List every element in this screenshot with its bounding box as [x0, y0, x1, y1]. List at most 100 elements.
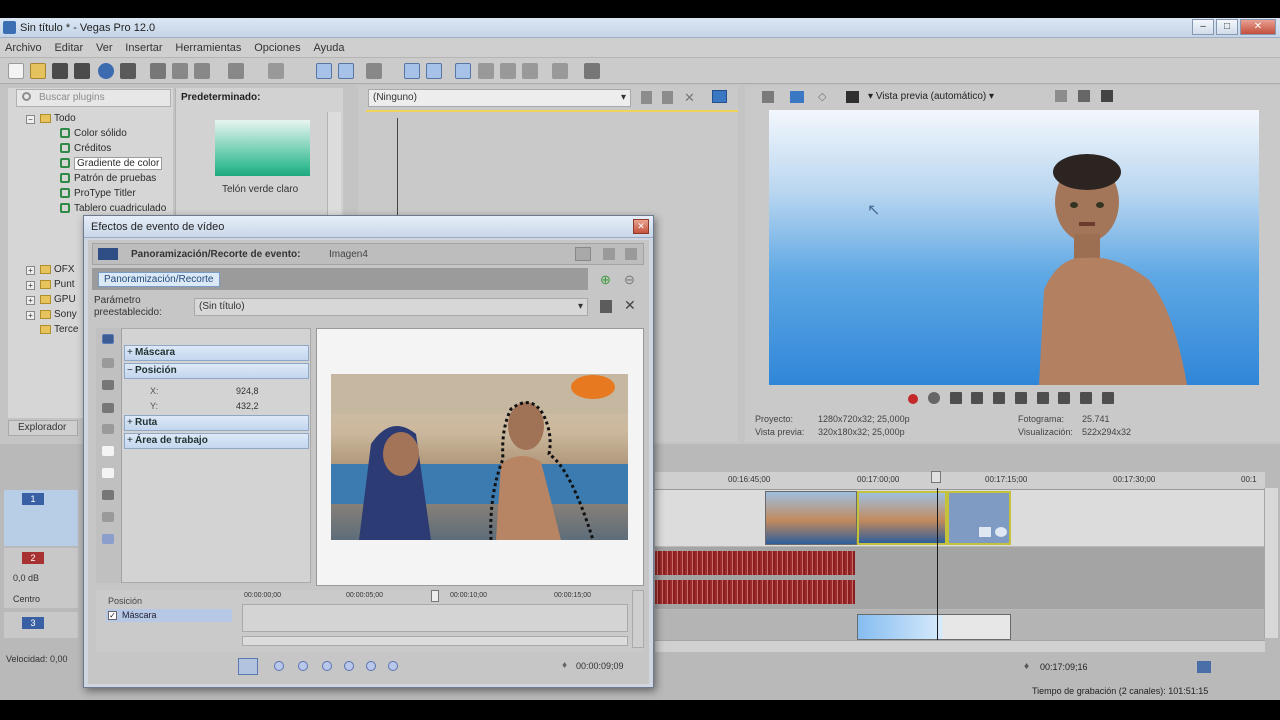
video-event-clip-selected[interactable]: [857, 491, 947, 545]
add-keyframe-icon[interactable]: [322, 661, 332, 671]
preview-mode-dropdown[interactable]: ▾ Vista previa (automático) ▾: [868, 91, 994, 102]
render-icon[interactable]: [98, 63, 114, 79]
overlays-icon[interactable]: [1055, 90, 1067, 102]
add-plugin-icon[interactable]: ⊕: [600, 272, 611, 288]
close-window-button[interactable]: ✕: [1240, 19, 1276, 35]
zoom-edit-icon[interactable]: [102, 490, 114, 500]
tree-collapse-icon[interactable]: −: [26, 115, 35, 124]
trimmer-save-icon[interactable]: [641, 91, 652, 104]
copy-snapshot-icon[interactable]: [1078, 90, 1090, 102]
auto-ripple-icon[interactable]: [404, 63, 420, 79]
zoom-icon[interactable]: [522, 63, 538, 79]
param-y-value[interactable]: 432,2: [236, 401, 259, 411]
normal-edit-tool-icon[interactable]: [316, 63, 332, 79]
menu-editar[interactable]: Editar: [49, 38, 88, 58]
audio-waveform-right[interactable]: [655, 580, 855, 604]
trimmer-combo[interactable]: (Ninguno) ▾: [368, 89, 631, 107]
go-to-end-icon[interactable]: [1058, 392, 1071, 404]
normal-edit-icon[interactable]: [102, 334, 114, 344]
maximize-button[interactable]: □: [1216, 19, 1238, 35]
menu-ayuda[interactable]: Ayuda: [308, 38, 349, 58]
delete-preset-icon[interactable]: ✕: [624, 297, 636, 314]
param-posicion[interactable]: − Posición: [124, 363, 309, 379]
param-x-value[interactable]: 924,8: [236, 386, 259, 396]
save-as-icon[interactable]: [74, 63, 90, 79]
param-mascara[interactable]: + Máscara: [124, 345, 309, 361]
lock-aspect-icon[interactable]: [102, 380, 114, 390]
dialog-titlebar[interactable]: Efectos de evento de vídeo ✕: [84, 216, 653, 238]
track-volume[interactable]: 0,0 dB: [13, 573, 39, 583]
dialog-close-button[interactable]: ✕: [633, 219, 649, 234]
playhead-marker-icon[interactable]: [931, 471, 941, 483]
mask-tool-icon[interactable]: [102, 534, 114, 544]
preview-quality-icon[interactable]: [846, 91, 859, 103]
video-event-clip[interactable]: [765, 491, 857, 545]
tree-item-patron[interactable]: Patrón de pruebas: [60, 173, 156, 184]
plugin-chain-icon[interactable]: [575, 247, 591, 261]
scale-about-center-icon[interactable]: [102, 403, 114, 413]
split-icon[interactable]: [102, 468, 114, 478]
event-fx-icon[interactable]: [979, 527, 991, 537]
delete-keyframe-icon[interactable]: [344, 661, 354, 671]
tree-item-gpu[interactable]: GPU: [40, 294, 76, 305]
events-icon[interactable]: [552, 63, 568, 79]
lock-envelopes-icon[interactable]: [455, 63, 471, 79]
go-to-start-icon[interactable]: [1036, 392, 1049, 404]
tree-item-todo[interactable]: Todo: [40, 113, 76, 124]
trimmer-clear-icon[interactable]: [662, 91, 673, 104]
tree-item-gradiente[interactable]: Gradiente de color: [60, 157, 163, 170]
first-keyframe-icon[interactable]: [274, 661, 284, 671]
track-pan[interactable]: Centro: [13, 594, 40, 604]
tree-expand-icon[interactable]: +: [26, 266, 35, 275]
tab-explorador[interactable]: Explorador: [8, 420, 78, 436]
tree-item-protype[interactable]: ProType Titler: [60, 188, 136, 199]
trimmer-close-icon[interactable]: ✕: [684, 90, 695, 106]
timeline-vertical-scrollbar[interactable]: [1264, 488, 1278, 638]
param-ruta[interactable]: + Ruta: [124, 415, 309, 431]
properties-icon[interactable]: [120, 63, 136, 79]
menu-herramientas[interactable]: Herramientas: [170, 38, 246, 58]
menu-insertar[interactable]: Insertar: [120, 38, 167, 58]
loop-icon[interactable]: [927, 392, 940, 404]
tree-expand-icon[interactable]: +: [26, 281, 35, 290]
play-icon[interactable]: [971, 392, 984, 404]
mask-enable-checkbox[interactable]: ✓: [108, 611, 117, 620]
last-keyframe-icon[interactable]: [388, 661, 398, 671]
enable-rotation-icon[interactable]: [102, 358, 114, 368]
remove-plugin-icon[interactable]: ⊖: [624, 272, 635, 288]
video-event-track3[interactable]: [857, 614, 1011, 640]
pause-icon[interactable]: [993, 392, 1006, 404]
undo-icon[interactable]: [228, 63, 244, 79]
presets-scrollbar[interactable]: [327, 112, 341, 216]
next-keyframe-icon[interactable]: [366, 661, 376, 671]
tree-item-color-solido[interactable]: Color sólido: [60, 128, 127, 139]
tree-item-creditos[interactable]: Créditos: [60, 143, 111, 154]
prev-keyframe-icon[interactable]: [298, 661, 308, 671]
anchor-creation-icon[interactable]: [102, 446, 114, 456]
tree-expand-icon[interactable]: +: [26, 311, 35, 320]
kf-cursor-icon[interactable]: [431, 590, 439, 602]
stop-icon[interactable]: [1014, 392, 1027, 404]
keyframe-timeline[interactable]: [242, 604, 628, 632]
record-icon[interactable]: [908, 394, 918, 404]
fx-mute-icon[interactable]: [625, 248, 637, 260]
plugin-search-input[interactable]: Buscar plugins: [16, 89, 171, 107]
tree-item-sony[interactable]: Sony: [40, 309, 77, 320]
trimmer-monitor-icon[interactable]: [712, 90, 727, 103]
split-screen-icon[interactable]: ◇: [818, 90, 826, 103]
redo-icon[interactable]: [268, 63, 284, 79]
fx-bypass-icon[interactable]: [603, 248, 615, 260]
envelope-tool-icon[interactable]: [338, 63, 354, 79]
help-icon[interactable]: [584, 63, 600, 79]
external-monitor-icon[interactable]: [790, 91, 804, 103]
move-freely-icon[interactable]: [102, 424, 114, 434]
event-pan-crop-icon[interactable]: [995, 527, 1007, 537]
menu-ver[interactable]: Ver: [91, 38, 118, 58]
timeline-ruler[interactable]: 00:16:45;00 00:17:00;00 00:17:15;00 00:1…: [655, 472, 1265, 490]
copy-icon[interactable]: [172, 63, 188, 79]
menu-archivo[interactable]: Archivo: [0, 38, 47, 58]
keyframe-vertical-scrollbar[interactable]: [632, 590, 644, 648]
chain-tag-pan-crop[interactable]: Panoramización/Recorte: [98, 272, 220, 287]
selection-tool-icon[interactable]: [366, 63, 382, 79]
open-folder-icon[interactable]: [30, 63, 46, 79]
